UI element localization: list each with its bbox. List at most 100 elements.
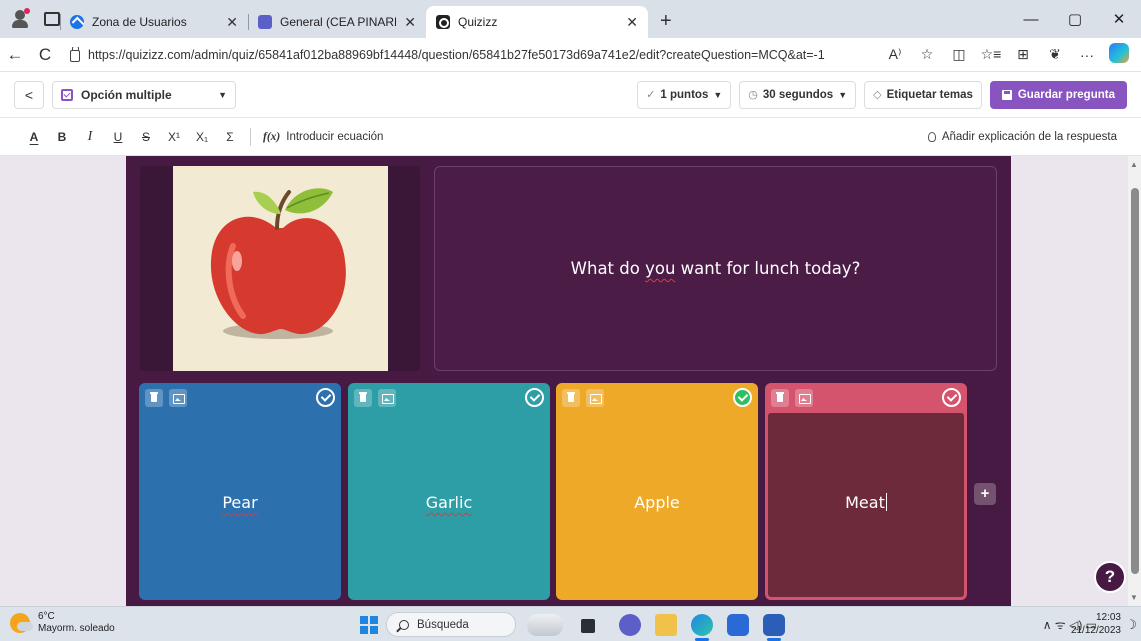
question-text-box[interactable]: What do you want for lunch today? bbox=[434, 166, 997, 371]
question-type-label: Opción multiple bbox=[81, 87, 172, 102]
tab-title: General (CEA PINARES: VÍDEO Y bbox=[280, 15, 396, 29]
subscript-button[interactable]: X₁ bbox=[188, 130, 216, 144]
lock-icon[interactable] bbox=[70, 47, 80, 62]
mark-correct-icon[interactable] bbox=[316, 388, 335, 407]
scroll-thumb[interactable] bbox=[1131, 188, 1139, 574]
formatting-toolbar: A B I U S X¹ X₁ Σ f(x) Introducir ecuaci… bbox=[0, 118, 1141, 156]
url-field[interactable]: https://quizizz.com/admin/quiz/65841af01… bbox=[60, 47, 881, 62]
teams-icon[interactable] bbox=[619, 614, 641, 636]
page-scrollbar[interactable]: ▲ ▼ bbox=[1128, 156, 1141, 606]
close-tab-icon[interactable]: ✕ bbox=[226, 14, 238, 31]
tag-icon: ◇ bbox=[873, 89, 882, 101]
moon-icon[interactable]: ☽ bbox=[1125, 617, 1137, 633]
restore-button[interactable]: ▢ bbox=[1053, 10, 1097, 28]
check-icon: ✓ bbox=[646, 89, 656, 101]
trash-icon[interactable] bbox=[771, 389, 789, 407]
time-dropdown[interactable]: ◷ 30 segundos ▼ bbox=[739, 80, 857, 109]
answer-option-2[interactable]: Garlic bbox=[348, 383, 550, 600]
answer-option-3[interactable]: Apple bbox=[556, 383, 758, 600]
strikethrough-button[interactable]: S bbox=[132, 130, 160, 144]
save-question-button[interactable]: Guardar pregunta bbox=[989, 80, 1127, 109]
tab-teams-general[interactable]: General (CEA PINARES: VÍDEO Y ✕ bbox=[248, 6, 426, 38]
quizizz-favicon bbox=[436, 15, 450, 29]
underline-button[interactable]: U bbox=[104, 130, 132, 144]
tab-zona-de-usuarios[interactable]: Zona de Usuarios ✕ bbox=[60, 6, 248, 38]
question-type-dropdown[interactable]: Opción multiple ▼ bbox=[52, 80, 236, 109]
chevron-down-icon: ▼ bbox=[713, 89, 723, 100]
image-icon[interactable] bbox=[378, 389, 396, 407]
points-label: 1 puntos bbox=[660, 88, 709, 101]
question-text: What do you want for lunch today? bbox=[571, 259, 861, 278]
trash-icon[interactable] bbox=[354, 389, 372, 407]
tab-separator bbox=[248, 14, 249, 30]
scroll-down-icon[interactable]: ▼ bbox=[1130, 593, 1138, 602]
image-icon[interactable] bbox=[169, 389, 187, 407]
mark-correct-icon[interactable] bbox=[942, 388, 961, 407]
file-explorer-icon[interactable] bbox=[655, 614, 677, 636]
image-icon[interactable] bbox=[795, 389, 813, 407]
profile-icon[interactable] bbox=[10, 8, 30, 29]
toolbar-divider bbox=[250, 127, 251, 146]
superscript-button[interactable]: X¹ bbox=[160, 130, 188, 144]
tab-quizizz[interactable]: Quizizz ✕ bbox=[426, 6, 648, 38]
refresh-icon[interactable]: C bbox=[30, 45, 60, 65]
tag-topics-button[interactable]: ◇ Etiquetar temas bbox=[864, 80, 982, 109]
add-explanation-button[interactable]: Añadir explicación de la respuesta bbox=[927, 131, 1141, 143]
taskbar-search[interactable]: Búsqueda bbox=[386, 612, 516, 637]
mark-correct-icon[interactable] bbox=[525, 388, 544, 407]
time-label: 30 segundos bbox=[762, 88, 834, 101]
scroll-up-icon[interactable]: ▲ bbox=[1130, 160, 1138, 169]
microsoft-store-icon[interactable] bbox=[727, 614, 749, 636]
copilot-icon[interactable] bbox=[1105, 43, 1133, 66]
points-dropdown[interactable]: ✓ 1 puntos ▼ bbox=[637, 80, 732, 109]
answer-option-4[interactable]: Meat bbox=[765, 383, 967, 600]
close-window-button[interactable]: ✕ bbox=[1097, 10, 1141, 28]
trash-icon[interactable] bbox=[562, 389, 580, 407]
workspaces-icon[interactable] bbox=[44, 12, 60, 26]
back-arrow-icon[interactable]: ← bbox=[0, 45, 30, 65]
question-media[interactable] bbox=[140, 166, 420, 371]
help-button[interactable]: ? bbox=[1094, 561, 1126, 593]
minimize-button[interactable]: — bbox=[1009, 11, 1053, 28]
weather-widget[interactable]: 6°C Mayorm. soleado bbox=[10, 611, 115, 635]
symbol-button[interactable]: Σ bbox=[216, 130, 244, 144]
bold-button[interactable]: B bbox=[48, 130, 76, 144]
italic-button[interactable]: I bbox=[76, 129, 104, 145]
editor-back-button[interactable]: < bbox=[14, 80, 44, 109]
new-tab-button[interactable]: + bbox=[648, 6, 684, 38]
correct-check-icon[interactable] bbox=[733, 388, 752, 407]
editor-toolbar: < Opción multiple ▼ ✓ 1 puntos ▼ ◷ 30 se… bbox=[0, 72, 1141, 118]
trash-icon[interactable] bbox=[145, 389, 163, 407]
collections-icon[interactable]: ⊞ bbox=[1009, 46, 1037, 63]
clock[interactable]: 12:03 21/12/2023 bbox=[1071, 611, 1121, 637]
task-view-icon[interactable] bbox=[581, 619, 595, 633]
split-screen-icon[interactable]: ◫ bbox=[945, 46, 973, 63]
search-highlight-icon[interactable] bbox=[527, 614, 563, 636]
favorites-icon[interactable]: ☆≡ bbox=[977, 46, 1005, 63]
taskbar-search-label: Búsqueda bbox=[417, 618, 469, 631]
read-aloud-icon[interactable]: A⁾ bbox=[881, 46, 909, 63]
text-color-button[interactable]: A bbox=[20, 130, 48, 144]
address-bar: ← C https://quizizz.com/admin/quiz/65841… bbox=[0, 38, 1141, 72]
checkbox-icon bbox=[61, 88, 73, 101]
windows-start-icon[interactable] bbox=[360, 616, 378, 634]
more-icon[interactable]: ··· bbox=[1073, 47, 1101, 63]
clock-icon: ◷ bbox=[748, 89, 758, 101]
option-label: Meat bbox=[765, 493, 967, 512]
windows-taskbar: 6°C Mayorm. soleado Búsqueda ∧ ᯤ ◁) ▭ 12… bbox=[0, 606, 1141, 641]
option-text: Garlic bbox=[425, 493, 473, 512]
close-tab-icon[interactable]: ✕ bbox=[404, 14, 416, 31]
close-tab-icon[interactable]: ✕ bbox=[626, 14, 638, 31]
option-text: Pear bbox=[222, 493, 258, 512]
add-option-button[interactable]: + bbox=[974, 483, 996, 505]
extensions-icon[interactable]: ❦ bbox=[1041, 46, 1069, 63]
image-icon[interactable] bbox=[586, 389, 604, 407]
answer-option-1[interactable]: Pear bbox=[139, 383, 341, 600]
browser-tab-bar: Zona de Usuarios ✕ General (CEA PINARES:… bbox=[0, 0, 1141, 38]
favorite-star-icon[interactable]: ☆ bbox=[913, 46, 941, 63]
edge-icon[interactable] bbox=[691, 614, 713, 636]
text-cursor bbox=[885, 493, 887, 511]
word-icon[interactable] bbox=[763, 614, 785, 636]
insert-equation-button[interactable]: f(x) Introducir ecuación bbox=[263, 131, 383, 143]
chevron-down-icon: ▼ bbox=[218, 89, 227, 100]
